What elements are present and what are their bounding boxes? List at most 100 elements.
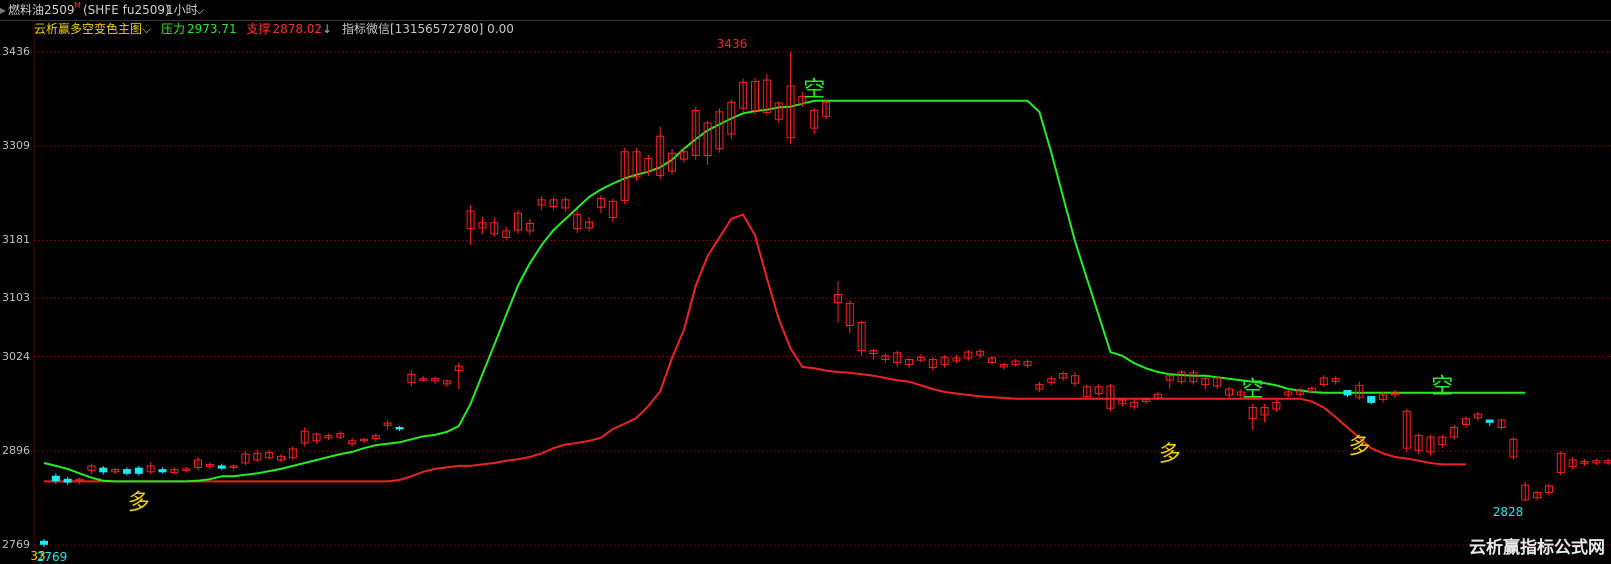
- title-bar: ▸ 燃料油2509 M (SHFE fu2509) 1小时 ⌵: [0, 0, 1611, 21]
- price-chart[interactable]: 多空多空多空34362828276933: [0, 0, 1611, 564]
- candle: [170, 467, 179, 475]
- candle: [656, 126, 665, 180]
- candle: [1568, 457, 1577, 470]
- candle: [1177, 369, 1186, 385]
- period-selector[interactable]: 1小时: [166, 0, 198, 20]
- candle: [964, 349, 973, 361]
- symbol-name[interactable]: 燃料油2509: [8, 0, 75, 20]
- candle: [241, 451, 250, 466]
- candle-body: [1367, 395, 1376, 403]
- candle: [75, 477, 84, 485]
- resistance-line: [43, 99, 1526, 483]
- candle: [277, 454, 285, 463]
- down-arrow-icon: ↓: [322, 22, 333, 36]
- y-tick-label: 3181: [2, 233, 30, 247]
- candle: [1201, 376, 1210, 390]
- candle: [490, 217, 499, 237]
- candle: [893, 350, 902, 367]
- candle: [1343, 390, 1352, 398]
- candle: [478, 216, 487, 234]
- support-value: 2878.02: [272, 22, 323, 36]
- candle: [1189, 369, 1198, 385]
- candle-body: [1485, 419, 1494, 423]
- candle: [146, 462, 155, 475]
- y-tick-label: 3309: [2, 138, 30, 152]
- chevron-down-icon[interactable]: ⌵: [195, 0, 204, 20]
- candle: [1165, 373, 1174, 390]
- support-label: 支撑: [246, 22, 271, 36]
- candlestick-layer: [40, 52, 1611, 548]
- candle: [1521, 481, 1530, 502]
- candle-body: [1343, 390, 1352, 396]
- candle: [869, 349, 878, 360]
- candle: [1556, 451, 1565, 476]
- candle: [229, 464, 238, 470]
- candle: [371, 433, 380, 442]
- candle-body: [158, 469, 167, 473]
- candle: [1533, 491, 1542, 500]
- candle: [940, 355, 949, 368]
- candle: [1450, 424, 1459, 441]
- candle: [419, 375, 428, 382]
- candle: [348, 437, 357, 447]
- candle: [1544, 483, 1553, 496]
- candle: [1296, 387, 1305, 397]
- candle: [442, 379, 451, 387]
- candle: [1213, 375, 1222, 390]
- candle: [1082, 384, 1091, 400]
- candle: [1319, 375, 1328, 387]
- candle: [620, 148, 629, 205]
- candle: [549, 196, 558, 211]
- bear-signal-label: 空: [1431, 375, 1453, 400]
- candle: [916, 354, 925, 363]
- candle: [833, 281, 842, 323]
- candle: [1011, 358, 1020, 367]
- left-arrow-icon[interactable]: ▸: [0, 0, 6, 20]
- candle: [182, 466, 191, 473]
- candle: [845, 300, 854, 333]
- candle: [63, 477, 72, 486]
- y-tick-label: 2769: [2, 538, 30, 551]
- candle: [1106, 383, 1115, 412]
- candle: [561, 196, 570, 212]
- indicator-name[interactable]: 云析赢多空变色主图: [34, 22, 142, 36]
- candle: [1390, 389, 1399, 398]
- contract-superscript: M: [74, 1, 81, 10]
- candle: [122, 467, 131, 476]
- candle: [134, 465, 143, 476]
- candle: [1473, 411, 1482, 421]
- chevron-down-icon[interactable]: ⌵: [142, 22, 151, 36]
- bull-signal-label: 多: [1348, 434, 1370, 459]
- candle: [1485, 419, 1494, 426]
- candle: [336, 431, 345, 440]
- candle-body: [395, 426, 404, 430]
- candle: [573, 210, 582, 234]
- candle: [1580, 459, 1589, 466]
- candle: [324, 433, 333, 441]
- candle: [502, 226, 511, 240]
- candle: [99, 465, 108, 475]
- candle: [1462, 416, 1470, 428]
- candle: [1248, 403, 1257, 430]
- candle: [608, 198, 617, 222]
- candle: [1047, 375, 1056, 386]
- candle: [1272, 399, 1281, 412]
- y-tick-label: 2896: [2, 444, 30, 458]
- candle: [774, 101, 783, 123]
- candle: [407, 369, 416, 387]
- candle: [1414, 433, 1423, 455]
- candle: [1260, 403, 1269, 423]
- candle: [537, 196, 546, 211]
- candle: [999, 362, 1008, 370]
- candle: [1438, 434, 1447, 449]
- candle: [881, 353, 890, 364]
- candle: [111, 468, 120, 475]
- candle: [1592, 458, 1601, 466]
- candle: [1426, 434, 1435, 456]
- symbol-code: (SHFE fu2509): [83, 3, 170, 17]
- support-line-layer: [44, 213, 1466, 483]
- candle: [1023, 359, 1032, 368]
- bear-signal-label: 空: [1242, 378, 1264, 403]
- candle: [810, 108, 819, 135]
- candle: [988, 355, 996, 365]
